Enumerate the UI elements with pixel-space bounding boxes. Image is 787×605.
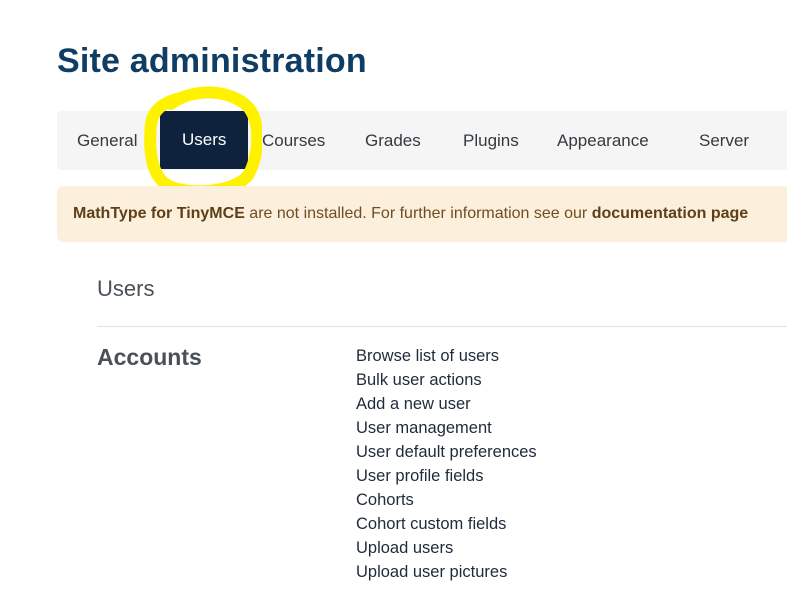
admin-tab-bar: General Users Courses Grades Plugins App…	[57, 111, 787, 170]
tab-general[interactable]: General	[77, 111, 137, 170]
link-cohorts[interactable]: Cohorts	[356, 488, 537, 512]
tab-server[interactable]: Server	[699, 111, 749, 170]
mathtype-notice: MathType for TinyMCE are not installed. …	[57, 186, 787, 242]
page-title: Site administration	[57, 42, 367, 80]
link-add-new-user[interactable]: Add a new user	[356, 392, 537, 416]
tab-plugins[interactable]: Plugins	[463, 111, 519, 170]
tab-users[interactable]: Users	[160, 111, 249, 169]
section-title-users: Users	[97, 276, 155, 301]
link-user-management[interactable]: User management	[356, 416, 537, 440]
link-bulk-user-actions[interactable]: Bulk user actions	[356, 368, 537, 392]
notice-product-name: MathType for TinyMCE	[73, 205, 245, 222]
link-cohort-custom-fields[interactable]: Cohort custom fields	[356, 512, 537, 536]
link-browse-users[interactable]: Browse list of users	[356, 344, 537, 368]
link-upload-users[interactable]: Upload users	[356, 536, 537, 560]
link-user-default-preferences[interactable]: User default preferences	[356, 440, 537, 464]
section-divider	[97, 326, 787, 327]
link-user-profile-fields[interactable]: User profile fields	[356, 464, 537, 488]
link-upload-user-pictures[interactable]: Upload user pictures	[356, 560, 537, 584]
tab-appearance[interactable]: Appearance	[557, 111, 649, 170]
accounts-link-list: Browse list of users Bulk user actions A…	[356, 344, 537, 584]
tab-grades[interactable]: Grades	[365, 111, 421, 170]
documentation-link[interactable]: documentation page	[592, 205, 748, 222]
tab-courses[interactable]: Courses	[262, 111, 325, 170]
notice-text: are not installed. For further informati…	[244, 205, 592, 222]
category-title-accounts: Accounts	[97, 344, 202, 370]
